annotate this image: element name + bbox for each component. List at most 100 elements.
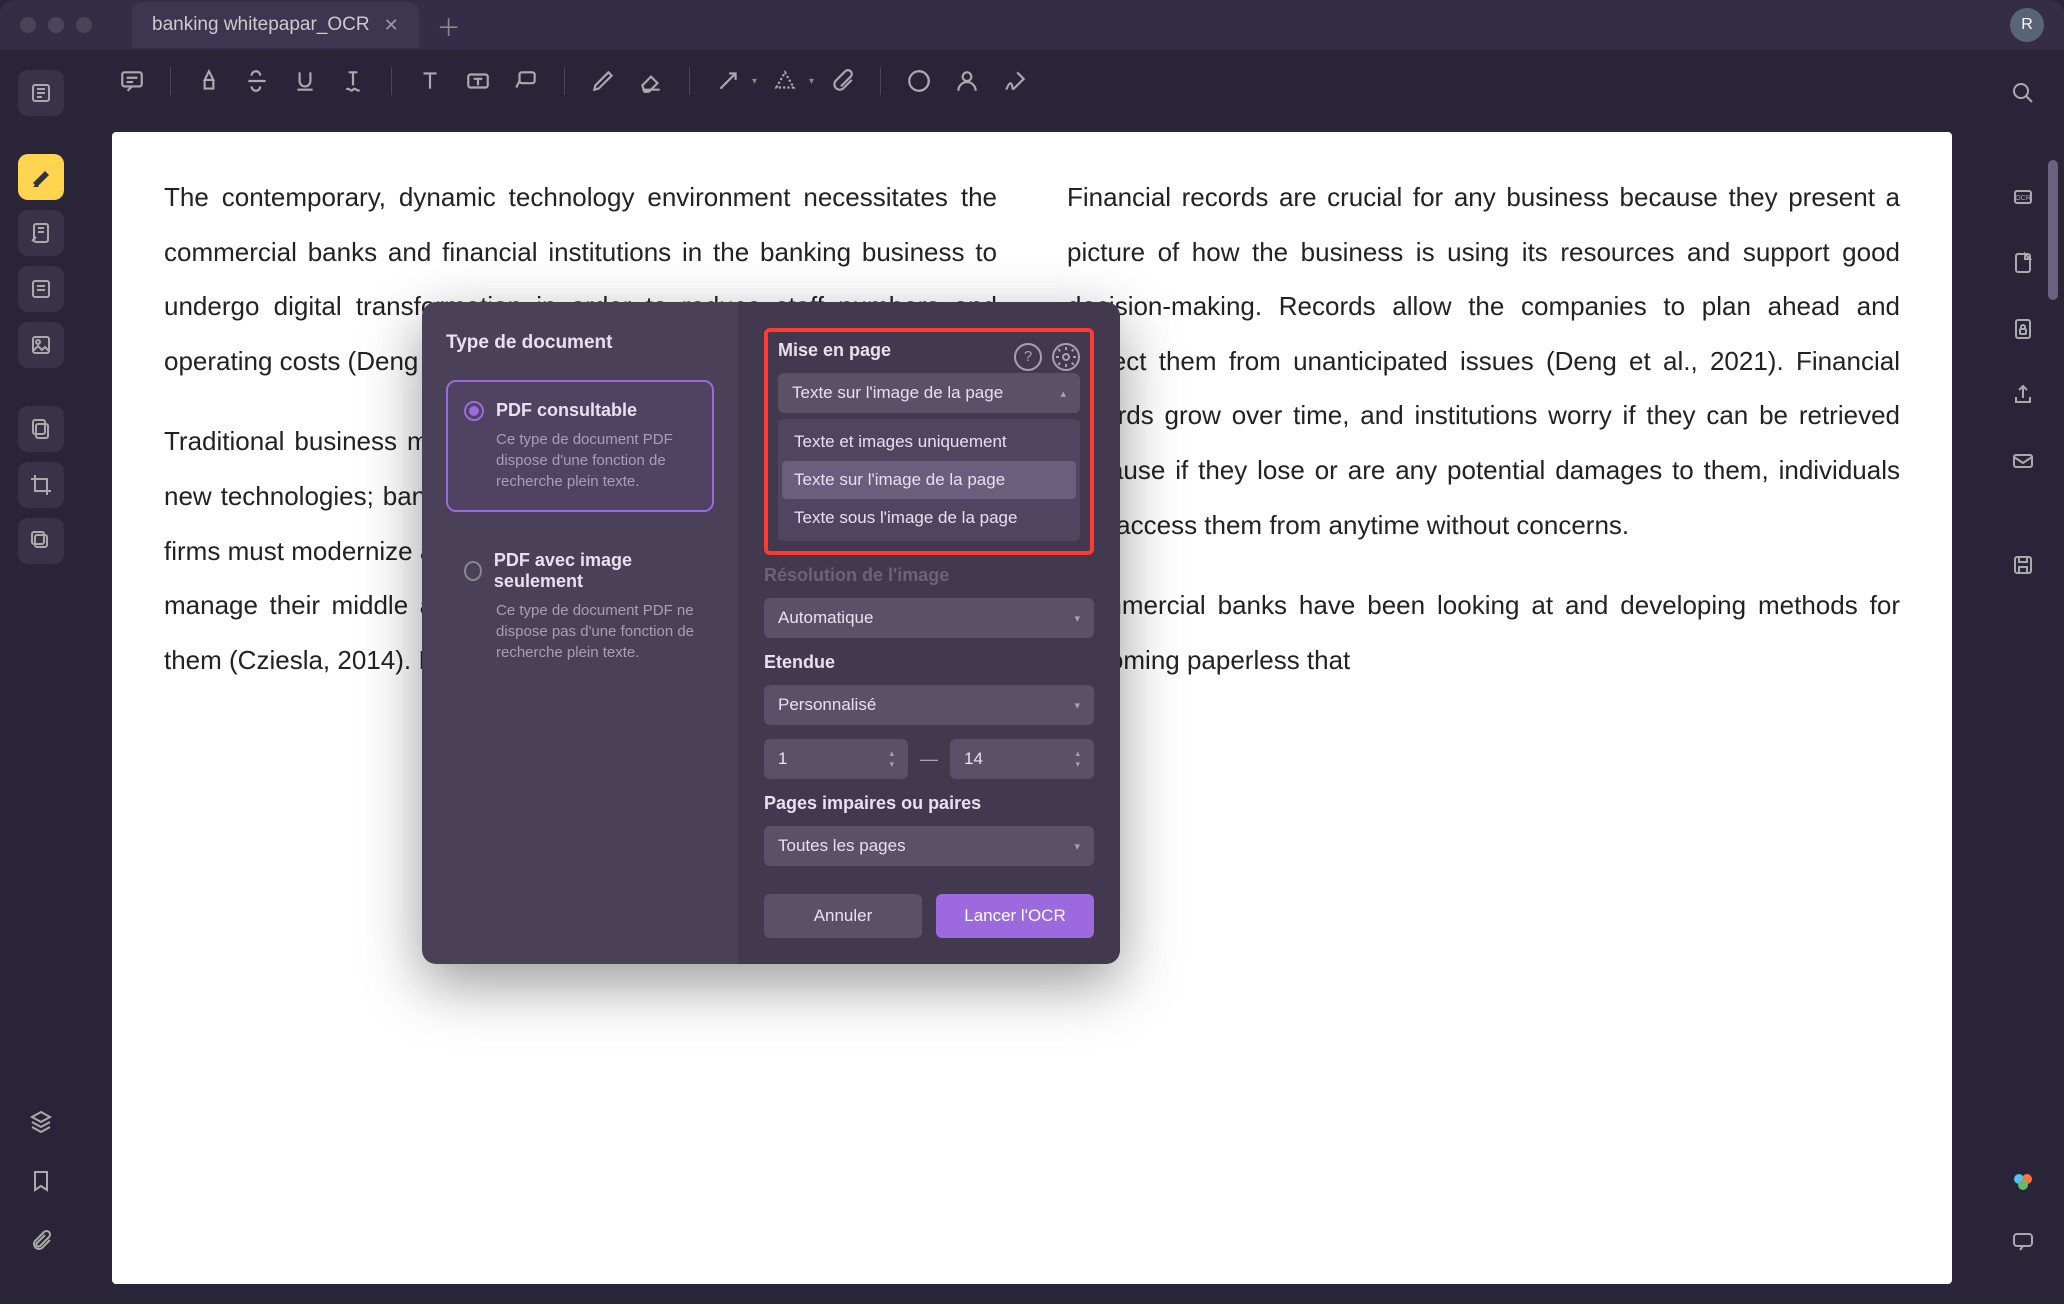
note-tool-icon[interactable]	[18, 210, 64, 256]
callout-icon[interactable]	[506, 61, 546, 101]
parity-select[interactable]: Toutes les pages ▾	[764, 826, 1094, 866]
traffic-lights	[20, 17, 92, 33]
select-value: Personnalisé	[778, 695, 876, 715]
text-tool-icon[interactable]	[18, 266, 64, 312]
signature-icon[interactable]	[995, 61, 1035, 101]
body-text: Commercial banks have been looking at an…	[1067, 578, 1900, 687]
stack-icon[interactable]	[18, 1098, 64, 1144]
shape-dropdown[interactable]: ▾	[809, 76, 814, 87]
radio-checked-icon	[464, 401, 484, 421]
underline-icon[interactable]	[285, 61, 325, 101]
new-tab-button[interactable]: ＋	[437, 8, 461, 43]
chat-icon[interactable]	[2000, 1218, 2046, 1264]
radio-unchecked-icon	[464, 561, 482, 581]
resolution-select[interactable]: Automatique ▾	[764, 598, 1094, 638]
export-icon[interactable]	[2000, 240, 2046, 286]
resolution-label: Résolution de l'image	[764, 565, 1094, 586]
range-label: Etendue	[764, 652, 1094, 673]
chevron-down-icon: ▾	[1074, 699, 1080, 712]
layout-select[interactable]: Texte sur l'image de la page ▴	[778, 373, 1080, 413]
document-tab[interactable]: banking whitepapar_OCR ✕	[132, 2, 419, 48]
user-avatar[interactable]: R	[2010, 8, 2044, 42]
arrow-icon[interactable]	[708, 61, 748, 101]
tab-title: banking whitepapar_OCR	[152, 14, 370, 36]
window-titlebar: banking whitepapar_OCR ✕ ＋ R	[0, 0, 2064, 50]
document-type-label: Type de document	[446, 332, 714, 354]
dialog-left-panel: Type de document PDF consultable Ce type…	[422, 302, 738, 964]
scrollbar-thumb[interactable]	[2048, 160, 2058, 300]
highlight-tool-icon[interactable]	[18, 154, 64, 200]
ocr-dialog: Type de document PDF consultable Ce type…	[422, 302, 1120, 964]
attachment-icon[interactable]	[18, 1218, 64, 1264]
document-viewport: The contemporary, dynamic technology env…	[82, 112, 1982, 1304]
maximize-window[interactable]	[76, 17, 92, 33]
cancel-button[interactable]: Annuler	[764, 894, 922, 938]
chevron-down-icon: ▾	[1074, 612, 1080, 625]
range-from-input[interactable]: 1 ▴▾	[764, 739, 908, 779]
layout-option[interactable]: Texte sous l'image de la page	[782, 499, 1076, 537]
top-toolbar: ▾ ▾	[82, 50, 1982, 112]
close-window[interactable]	[20, 17, 36, 33]
range-dash: —	[920, 749, 938, 770]
close-tab-icon[interactable]: ✕	[384, 15, 399, 36]
lock-icon[interactable]	[2000, 306, 2046, 352]
select-value: Toutes les pages	[778, 836, 906, 856]
svg-text:OCR: OCR	[2015, 195, 2031, 202]
squiggly-icon[interactable]	[333, 61, 373, 101]
pdf-searchable-option[interactable]: PDF consultable Ce type de document PDF …	[446, 380, 714, 512]
settings-icon[interactable]	[1052, 343, 1080, 371]
stamp-icon[interactable]	[899, 61, 939, 101]
body-text: Financial records are crucial for any bu…	[1067, 170, 1900, 552]
layers-tool-icon[interactable]	[18, 518, 64, 564]
comment-icon[interactable]	[112, 61, 152, 101]
copy-tool-icon[interactable]	[18, 406, 64, 452]
image-tool-icon[interactable]	[18, 322, 64, 368]
search-icon[interactable]	[2000, 70, 2046, 116]
parity-label: Pages impaires ou paires	[764, 793, 1094, 814]
annotate-tool-icon[interactable]	[18, 70, 64, 116]
attach-icon[interactable]	[822, 61, 862, 101]
bookmark-icon[interactable]	[18, 1158, 64, 1204]
dialog-right-panel: Mise en page ? Texte sur l'image de la p…	[738, 302, 1120, 964]
pdf-image-only-option[interactable]: PDF avec image seulement Ce type de docu…	[446, 530, 714, 683]
share-icon[interactable]	[2000, 372, 2046, 418]
mail-icon[interactable]	[2000, 438, 2046, 484]
option-title: PDF avec image seulement	[494, 550, 696, 592]
scrollbar[interactable]	[2048, 160, 2058, 380]
layout-dropdown: Texte et images uniquement Texte sur l'i…	[778, 419, 1080, 541]
select-value: Texte sur l'image de la page	[792, 383, 1003, 403]
pencil-icon[interactable]	[583, 61, 623, 101]
stepper[interactable]: ▴▾	[889, 749, 894, 769]
minimize-window[interactable]	[48, 17, 64, 33]
layout-option[interactable]: Texte sur l'image de la page	[782, 461, 1076, 499]
text-insert-icon[interactable]	[410, 61, 450, 101]
input-value: 1	[778, 749, 787, 769]
layout-option[interactable]: Texte et images uniquement	[782, 423, 1076, 461]
save-icon[interactable]	[2000, 542, 2046, 588]
left-sidebar	[0, 50, 82, 1304]
select-value: Automatique	[778, 608, 873, 628]
shape-icon[interactable]	[765, 61, 805, 101]
chevron-up-icon: ▴	[1060, 387, 1066, 400]
app-logo-icon[interactable]	[2000, 1158, 2046, 1204]
help-icon[interactable]: ?	[1014, 343, 1042, 371]
chevron-down-icon: ▾	[1074, 840, 1080, 853]
highlighter-icon[interactable]	[189, 61, 229, 101]
option-title: PDF consultable	[496, 400, 637, 421]
textbox-icon[interactable]	[458, 61, 498, 101]
strikethrough-icon[interactable]	[237, 61, 277, 101]
layout-highlight: Mise en page ? Texte sur l'image de la p…	[764, 328, 1094, 555]
profile-stamp-icon[interactable]	[947, 61, 987, 101]
run-ocr-button[interactable]: Lancer l'OCR	[936, 894, 1094, 938]
ocr-icon[interactable]: OCR	[2000, 174, 2046, 220]
avatar-initial: R	[2021, 16, 2033, 34]
eraser-icon[interactable]	[631, 61, 671, 101]
range-to-input[interactable]: 14 ▴▾	[950, 739, 1094, 779]
arrow-dropdown[interactable]: ▾	[752, 76, 757, 87]
dialog-buttons: Annuler Lancer l'OCR	[764, 894, 1094, 938]
stepper[interactable]: ▴▾	[1075, 749, 1080, 769]
crop-tool-icon[interactable]	[18, 462, 64, 508]
range-select[interactable]: Personnalisé ▾	[764, 685, 1094, 725]
input-value: 14	[964, 749, 983, 769]
option-desc: Ce type de document PDF ne dispose pas d…	[496, 600, 696, 663]
